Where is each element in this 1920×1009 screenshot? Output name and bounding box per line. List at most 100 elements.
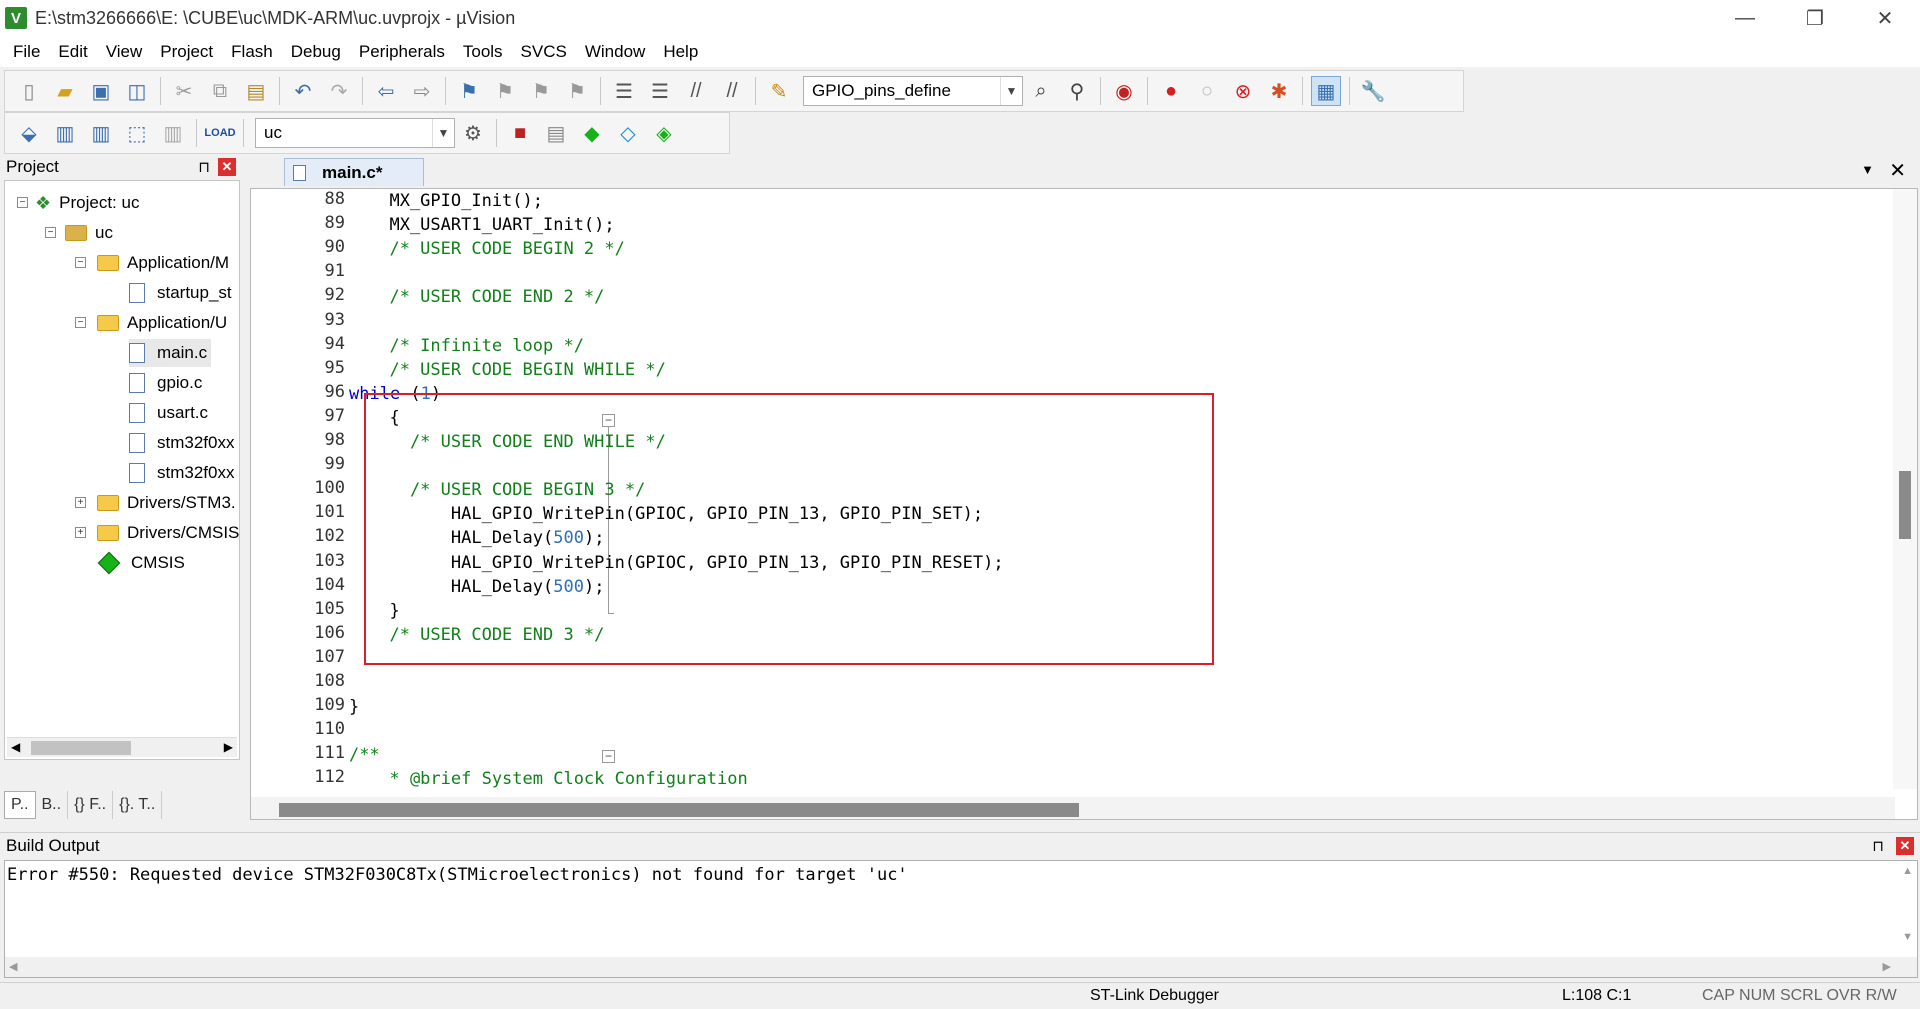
select-packs-icon[interactable]: ▤ [541,118,571,148]
redo-icon[interactable]: ↷ [324,76,354,106]
tree-node-file[interactable]: stm32f0xx [129,459,234,487]
tree-node-file[interactable]: startup_st [129,279,232,307]
tab-books[interactable]: B.. [36,791,69,819]
menu-help[interactable]: Help [654,36,707,67]
close-panel-icon[interactable]: ✕ [218,158,236,176]
code-line[interactable]: } [349,695,359,719]
menu-peripherals[interactable]: Peripherals [350,36,454,67]
comment-icon[interactable]: // [681,76,711,106]
tab-project[interactable]: P.. [4,791,36,819]
close-tab-icon[interactable]: ✕ [1889,158,1906,183]
scroll-thumb[interactable] [1899,471,1911,539]
breakpoint-disable-icon[interactable]: ○ [1192,76,1222,106]
find-icon[interactable]: ⌕ [1026,76,1056,106]
breakpoint-disable-all-icon[interactable]: ⊗ [1228,76,1258,106]
cut-icon[interactable]: ✂ [169,76,199,106]
stop-build-icon[interactable]: ▥ [158,118,188,148]
indent-icon[interactable]: ☰ [609,76,639,106]
scroll-right-icon[interactable]: ▶ [224,740,233,754]
paste-icon[interactable]: ▤ [241,76,271,106]
uncomment-icon[interactable]: // [717,76,747,106]
breakpoint-kill-all-icon[interactable]: ✱ [1264,76,1294,106]
bookmark-clear-icon[interactable]: ⚑ [562,76,592,106]
open-folder-icon[interactable]: ▰ [50,76,80,106]
tree-node-file[interactable]: gpio.c [129,369,202,397]
menu-svcs[interactable]: SVCS [512,36,576,67]
copy-icon[interactable]: ⧉ [205,76,235,106]
tree-node-group[interactable]: Application/U [97,309,227,337]
chevron-down-icon[interactable]: ▼ [1000,77,1022,105]
pin-icon[interactable]: ⊓ [1872,837,1884,855]
tab-main-c[interactable]: main.c* [284,158,424,186]
batch-build-icon[interactable]: ⬚ [122,118,152,148]
bookmark-prev-icon[interactable]: ⚑ [490,76,520,106]
tree-hscrollbar[interactable]: ◀ ▶ [7,737,237,757]
menu-tools[interactable]: Tools [454,36,512,67]
collapse-icon[interactable]: − [75,317,86,328]
code-line[interactable]: /** [349,743,380,767]
editor-hscrollbar[interactable] [251,797,1895,819]
restore-button[interactable]: ❐ [1780,0,1850,36]
translate-icon[interactable]: ⬙ [14,118,44,148]
tree-node-file[interactable]: usart.c [129,399,208,427]
find-combo[interactable]: GPIO_pins_define ▼ [803,76,1023,106]
code-line[interactable]: MX_USART1_UART_Init(); [369,213,614,237]
save-all-icon[interactable]: ◫ [122,76,152,106]
minimize-button[interactable]: — [1710,0,1780,36]
run-time-env-icon[interactable]: ◆ [577,118,607,148]
new-file-icon[interactable]: ▯ [14,76,44,106]
menu-window[interactable]: Window [576,36,654,67]
menu-view[interactable]: View [97,36,152,67]
tree-node-target-uc[interactable]: uc [65,219,113,247]
rebuild-icon[interactable]: ▥ [86,118,116,148]
undo-icon[interactable]: ↶ [288,76,318,106]
menu-file[interactable]: File [4,36,49,67]
menu-debug[interactable]: Debug [282,36,350,67]
tree-node-file[interactable]: stm32f0xx [129,429,234,457]
target-options-icon[interactable]: ⚙ [458,118,488,148]
close-window-button[interactable]: ✕ [1850,0,1920,36]
scroll-right-icon[interactable]: ▶ [1883,960,1891,973]
collapse-icon[interactable]: − [17,197,28,208]
chevron-down-icon[interactable]: ▼ [1861,162,1874,177]
code-line[interactable]: /* USER CODE BEGIN WHILE */ [369,358,665,382]
pin-icon[interactable]: ⊓ [198,158,210,176]
tree-node-project[interactable]: ❖ Project: uc [35,189,139,217]
bookmark-next-icon[interactable]: ⚑ [526,76,556,106]
scroll-thumb[interactable] [31,741,131,755]
tab-templates[interactable]: {}. T.. [113,791,163,819]
collapse-icon[interactable]: − [45,227,56,238]
incremental-find-icon[interactable]: ⚲ [1062,76,1092,106]
menu-project[interactable]: Project [151,36,222,67]
debug-session-icon[interactable]: ◉ [1109,76,1139,106]
unindent-icon[interactable]: ☰ [645,76,675,106]
scroll-left-icon[interactable]: ◀ [9,960,17,973]
tab-functions[interactable]: {} F.. [68,791,114,819]
close-panel-icon[interactable]: ✕ [1896,836,1914,855]
code-editor[interactable]: 88 89 90 91 92 93 94 95 96 97 98 99 100 101 102 103 104 1… [250,188,1918,820]
tree-node-cmsis[interactable]: CMSIS [97,549,185,577]
chevron-down-icon[interactable]: ▼ [432,119,454,147]
window-layout-icon[interactable]: ▦ [1311,76,1341,106]
build-output-hscrollbar[interactable]: ◀ ▶ [5,957,1917,977]
breakpoint-icon[interactable]: ● [1156,76,1186,106]
expand-icon[interactable]: + [75,497,86,508]
code-line[interactable]: /* USER CODE BEGIN 2 */ [369,237,624,261]
configure-icon[interactable]: 🔧 [1358,76,1388,106]
code-line[interactable]: /* USER CODE END 2 */ [369,285,604,309]
build-icon[interactable]: ▥ [50,118,80,148]
build-output-panel[interactable]: Error #550: Requested device STM32F030C8… [4,860,1918,978]
menu-flash[interactable]: Flash [222,36,282,67]
menu-edit[interactable]: Edit [49,36,96,67]
nav-forward-icon[interactable]: ⇨ [407,76,437,106]
save-icon[interactable]: ▣ [86,76,116,106]
bookmark-toggle-icon[interactable]: ⚑ [454,76,484,106]
pack-manager-icon[interactable]: ◈ [649,118,679,148]
tree-node-file-selected[interactable]: main.c [129,339,212,367]
scroll-thumb[interactable] [279,803,1079,817]
nav-back-icon[interactable]: ⇦ [371,76,401,106]
expand-icon[interactable]: + [75,527,86,538]
tree-node-group[interactable]: Drivers/CMSIS [97,519,239,547]
scroll-down-icon[interactable]: ▼ [1902,931,1913,943]
code-line[interactable]: * @brief System Clock Configuration [369,767,747,791]
